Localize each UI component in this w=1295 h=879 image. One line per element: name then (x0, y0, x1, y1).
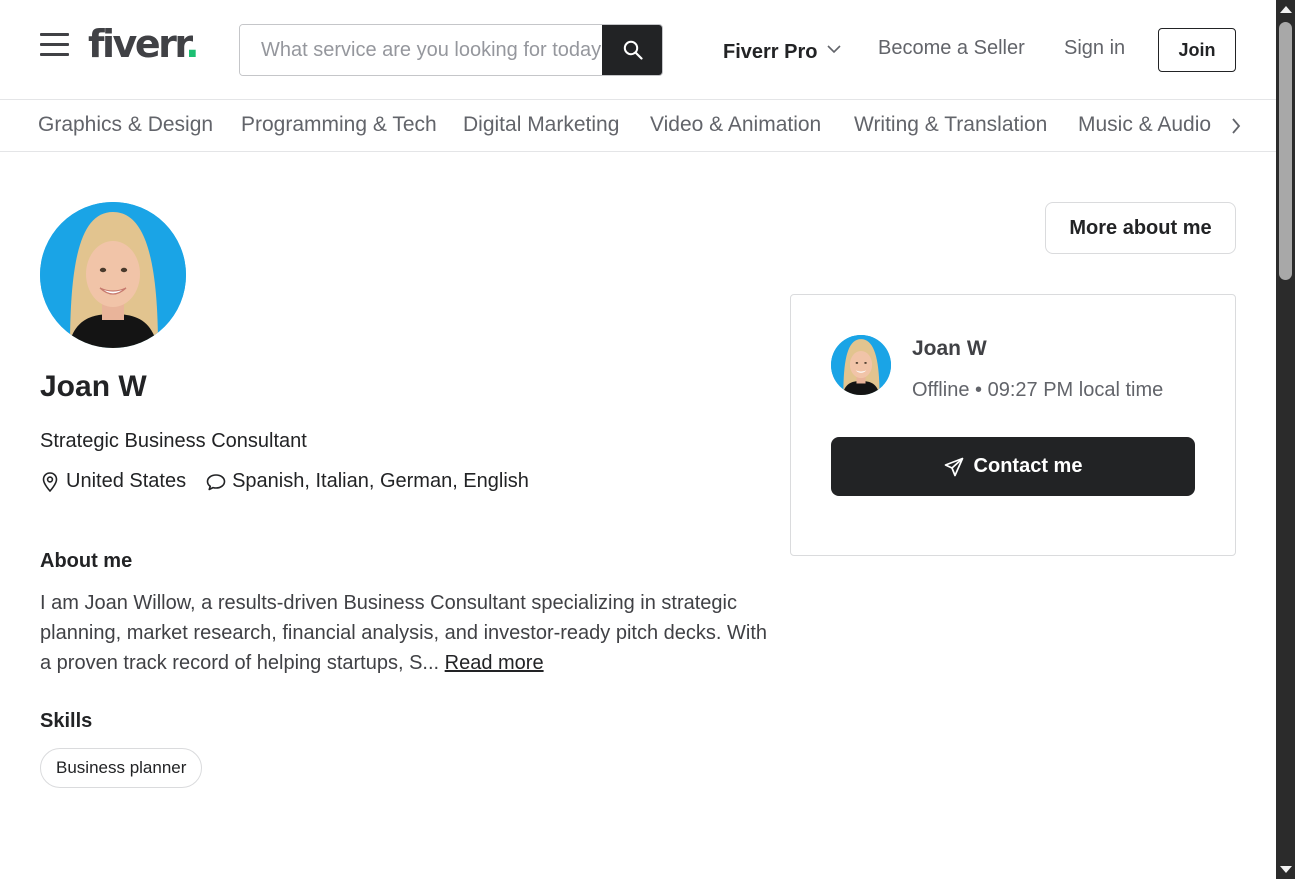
profile-meta: United States Spanish, Italian, German, … (40, 470, 529, 493)
status-separator: • (975, 379, 983, 401)
category-digital-marketing[interactable]: Digital Marketing (463, 113, 619, 137)
profile-languages: Spanish, Italian, German, English (232, 470, 529, 492)
search-bar (239, 24, 663, 76)
profile-location: United States (66, 470, 187, 492)
scroll-thumb[interactable] (1279, 22, 1292, 280)
chevron-down-icon (827, 37, 842, 60)
paper-plane-icon (944, 457, 964, 477)
speech-bubble-icon (206, 471, 226, 493)
top-header: fiverr. Fiverr Pro Become a Seller Sign … (0, 0, 1276, 100)
about-heading: About me (40, 550, 133, 572)
online-status: Offline (912, 379, 970, 401)
fiverr-logo[interactable]: fiverr. (88, 22, 200, 66)
sign-in-link[interactable]: Sign in (1064, 37, 1125, 60)
card-avatar (831, 335, 891, 395)
category-programming-tech[interactable]: Programming & Tech (241, 113, 437, 137)
search-icon (623, 40, 643, 60)
profile-title: Strategic Business Consultant (40, 430, 307, 452)
skills-heading: Skills (40, 710, 93, 732)
fiverr-pro-menu[interactable]: Fiverr Pro (723, 37, 842, 64)
category-writing-translation[interactable]: Writing & Translation (854, 113, 1047, 137)
contact-card: Joan W Offline • 09:27 PM local time Con… (790, 294, 1236, 556)
category-music-audio[interactable]: Music & Audio (1078, 113, 1211, 137)
contact-me-button[interactable]: Contact me (831, 437, 1195, 496)
location-pin-icon (40, 471, 60, 493)
contact-me-label: Contact me (973, 455, 1083, 477)
category-bar: Graphics & Design Programming & Tech Dig… (0, 101, 1276, 152)
card-status: Offline • 09:27 PM local time (912, 379, 1163, 402)
search-input[interactable] (240, 25, 602, 75)
scroll-down-arrow-icon[interactable] (1280, 866, 1292, 873)
about-text: I am Joan Willow, a results-driven Busin… (40, 592, 768, 674)
profile-name: Joan W (40, 370, 147, 403)
category-video-animation[interactable]: Video & Animation (650, 113, 821, 137)
chevron-right-icon[interactable] (1226, 115, 1246, 137)
vertical-scrollbar[interactable] (1276, 0, 1295, 879)
become-seller-link[interactable]: Become a Seller (878, 37, 1025, 60)
profile-avatar (40, 202, 186, 348)
card-name: Joan W (912, 337, 987, 360)
more-about-me-button[interactable]: More about me (1045, 202, 1236, 254)
join-button[interactable]: Join (1158, 28, 1236, 72)
search-button[interactable] (602, 25, 662, 75)
scroll-up-arrow-icon[interactable] (1280, 6, 1292, 13)
skill-tag[interactable]: Business planner (40, 748, 203, 788)
hamburger-menu-icon[interactable] (40, 33, 69, 57)
read-more-link[interactable]: Read more (445, 652, 544, 674)
local-time: 09:27 PM local time (987, 379, 1164, 401)
category-graphics-design[interactable]: Graphics & Design (38, 113, 213, 137)
